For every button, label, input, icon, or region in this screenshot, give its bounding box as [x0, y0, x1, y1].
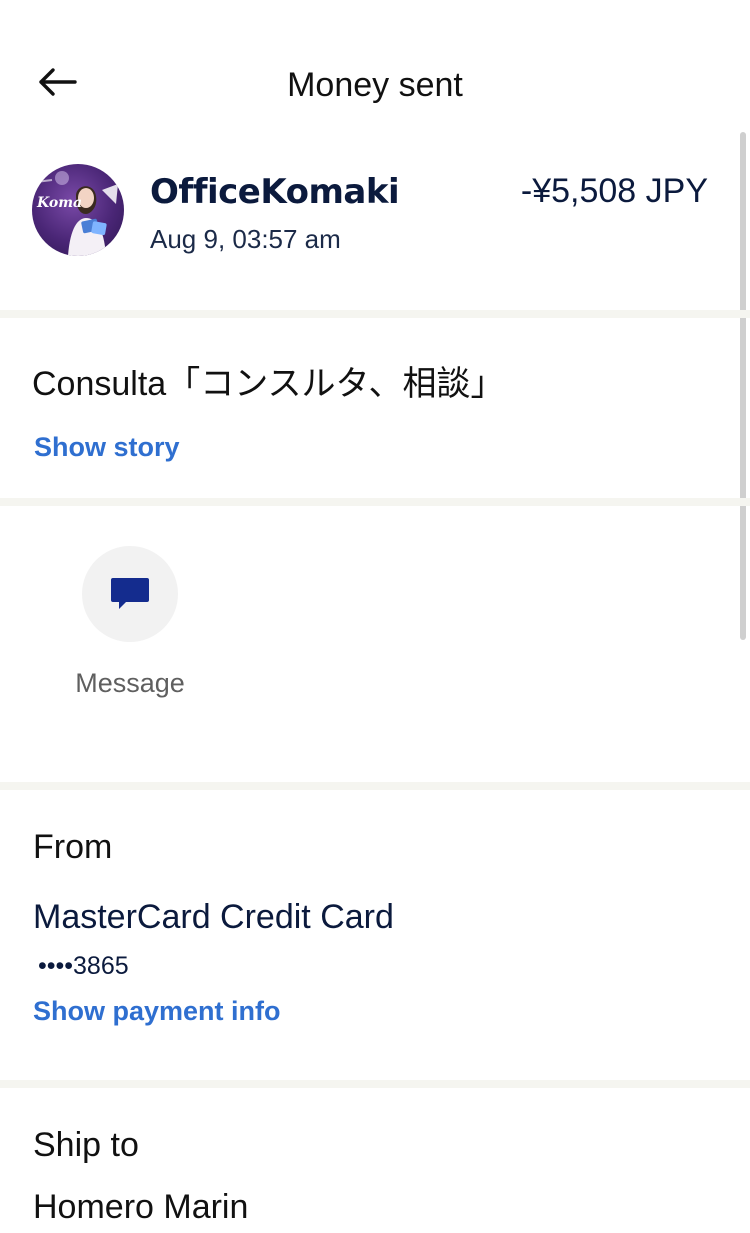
payment-note-section: Consulta「コンスルタ、相談」 Show story — [0, 318, 750, 498]
section-divider — [0, 310, 750, 318]
funding-card-number: ••••3865 — [38, 952, 129, 980]
payment-note: Consulta「コンスルタ、相談」 — [32, 365, 505, 403]
ship-to-heading: Ship to — [33, 1126, 139, 1164]
funding-card-name: MasterCard Credit Card — [33, 898, 394, 936]
section-divider — [0, 1080, 750, 1088]
message-button[interactable]: Message — [60, 546, 200, 699]
page-title: Money sent — [287, 66, 463, 104]
merchant-avatar: Koma — [32, 164, 124, 256]
actions-section: Message — [0, 506, 750, 782]
from-heading: From — [33, 828, 113, 866]
transaction-amount: -¥5,508 JPY — [520, 172, 708, 210]
avatar-caption: Koma — [37, 195, 83, 211]
message-label: Message — [75, 668, 185, 698]
section-divider — [0, 782, 750, 790]
ship-to-name: Homero Marin — [33, 1188, 249, 1226]
header: Money sent — [0, 0, 750, 170]
message-icon-circle[interactable] — [82, 546, 178, 642]
chat-bubble-icon — [111, 578, 149, 609]
section-divider — [0, 498, 750, 506]
merchant-name: OfficeKomaki — [150, 172, 400, 212]
from-section: From MasterCard Credit Card ••••3865 Sho… — [0, 790, 750, 1080]
ship-to-section: Ship to Homero Marin — [0, 1090, 750, 1233]
show-story-link[interactable]: Show story — [34, 432, 180, 463]
transaction-summary: Koma OfficeKomaki Aug 9, 03:57 am -¥5,50… — [0, 160, 750, 310]
transaction-date: Aug 9, 03:57 am — [150, 224, 341, 254]
show-payment-info-link[interactable]: Show payment info — [33, 996, 281, 1027]
